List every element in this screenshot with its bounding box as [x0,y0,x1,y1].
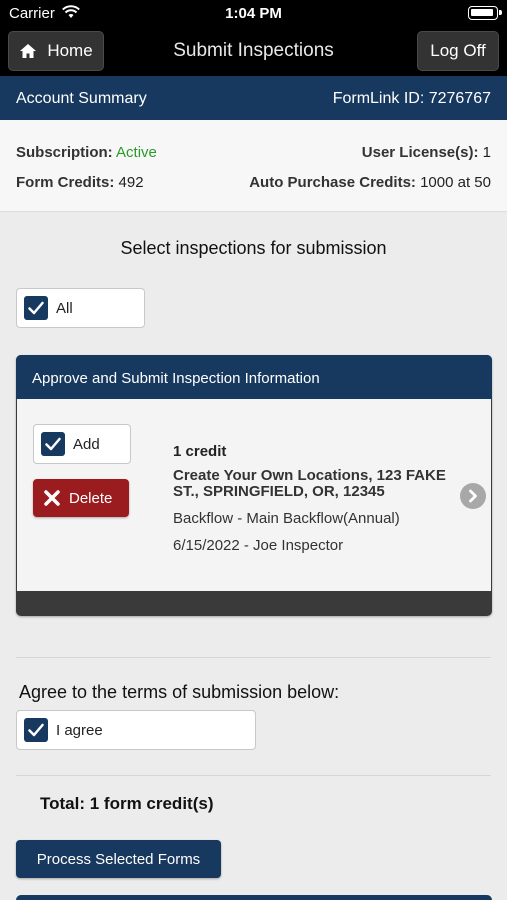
total-credits: Total: 1 form credit(s) [40,794,214,813]
divider [16,775,491,776]
checkmark-icon [24,718,48,742]
form-credits-value: 492 [118,174,144,191]
form-credits: Form Credits: 492 [16,174,144,191]
inspection-card: Add Delete 1 credit Create Your Own Loca… [17,399,491,591]
status-bar: Carrier 1:04 PM [0,0,507,26]
user-licenses-value: 1 [482,144,491,161]
subscription-status: Subscription: Active [16,144,157,161]
auto-purchase-label: Auto Purchase Credits: [249,174,416,191]
delete-button[interactable]: Delete [33,479,129,517]
inspection-date-inspector: 6/15/2022 - Joe Inspector [173,537,344,554]
agree-label: I agree [56,721,103,739]
account-summary-details: Subscription: Active User License(s): 1 … [0,120,507,212]
delete-label: Delete [69,489,113,507]
account-summary-bar: Account Summary FormLink ID: 7276767 [0,76,507,120]
user-licenses: User License(s): 1 [362,144,491,161]
log-off-button[interactable]: Log Off [417,31,499,71]
auto-purchase-value: 1000 at 50 [420,174,491,191]
select-all-label: All [56,299,73,317]
agree-checkbox[interactable]: I agree [16,710,256,750]
inspection-info: 1 credit Create Your Own Locations, 123 … [173,443,458,554]
divider [16,657,491,658]
clock-time: 1:04 PM [225,5,282,22]
select-inspections-heading: Select inspections for submission [120,238,387,258]
chevron-right-icon[interactable] [460,483,486,509]
panel-header: Approve and Submit Inspection Informatio… [16,355,492,399]
navigation-bar: Home Submit Inspections Log Off [0,26,507,76]
auto-purchase-credits: Auto Purchase Credits: 1000 at 50 [249,174,491,191]
terms-heading: Agree to the terms of submission below: [19,682,340,702]
user-licenses-label: User License(s): [361,144,479,161]
select-all-checkbox[interactable]: All [16,288,145,328]
add-label: Add [73,435,100,453]
form-credits-label: Form Credits: [16,174,115,191]
bottom-panel-edge [16,895,492,900]
inspection-type: Backflow - Main Backflow(Annual) [173,510,400,527]
subscription-value: Active [116,144,157,161]
checkmark-icon [24,296,48,320]
add-checkbox[interactable]: Add [33,424,131,464]
close-icon [43,489,61,507]
checkmark-icon [41,432,65,456]
location-address: Create Your Own Locations, 123 FAKE ST.,… [173,467,446,500]
account-summary-label: Account Summary [16,90,147,107]
formlink-id: FormLink ID: 7276767 [332,90,491,107]
battery-icon [468,6,502,20]
inspection-panel: Approve and Submit Inspection Informatio… [16,355,492,616]
subscription-label: Subscription: [16,144,113,161]
credit-count: 1 credit [173,443,227,460]
process-selected-forms-button[interactable]: Process Selected Forms [16,840,221,878]
